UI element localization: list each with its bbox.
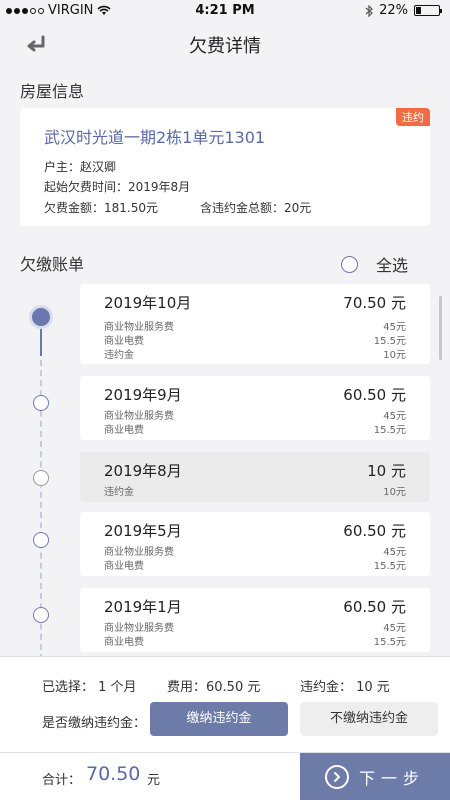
bluetooth-icon — [365, 4, 373, 17]
bill-item-row: 商业物业服务费 45元 — [104, 623, 406, 634]
bill-amount: 10 元 — [367, 462, 406, 480]
bill-month: 2019年9月 — [104, 386, 182, 404]
select-all-toggle[interactable]: 全选 — [340, 252, 408, 276]
bill-card[interactable]: 2019年10月 70.50 元 商业物业服务费 45元 商业电费 15.5元 违约… — [80, 284, 430, 364]
bill-month: 2019年10月 — [104, 294, 192, 312]
bills-section-title: 欠缴账单 — [20, 255, 85, 274]
select-all-radio-icon[interactable] — [340, 255, 358, 273]
bill-amount: 70.50 元 — [343, 294, 406, 312]
bill-card[interactable]: 2019年5月 60.50 元 商业物业服务费 45元 商业电费 15.5元 — [80, 512, 430, 576]
bottom-bar: 合计： 70.50 元 下一步 — [0, 752, 450, 800]
scrollbar[interactable] — [439, 296, 442, 360]
bill-item-row: 商业电费 15.5元 — [104, 336, 406, 347]
bill-item-row: 商业电费 15.5元 — [104, 561, 406, 572]
next-arrow-icon — [324, 765, 349, 789]
bill-month: 2019年1月 — [104, 598, 182, 616]
total-unit: 元 — [147, 773, 161, 788]
house-address: 武汉时光道一期2栋1单元1301 — [44, 128, 266, 147]
next-step-button[interactable]: 下一步 — [300, 753, 450, 800]
bill-item-row: 违约金 10元 — [104, 487, 406, 498]
total-label: 合计： — [42, 773, 82, 788]
timeline-line — [40, 326, 42, 356]
bill-item-row: 商业物业服务费 45元 — [104, 322, 406, 333]
bill-card[interactable]: 2019年9月 60.50 元 商业物业服务费 45元 商业电费 15.5元 — [80, 376, 430, 440]
bill-item-row: 商业物业服务费 45元 — [104, 411, 406, 422]
owner-name: 户主：赵汉卿 — [44, 160, 117, 174]
total-amount: 70.50 — [86, 763, 141, 785]
selected-fee: 费用：60.50 元 — [167, 680, 261, 695]
arrears-start-time: 起始欠费时间：2019年8月 — [44, 180, 191, 194]
bill-select-radio-icon[interactable] — [33, 395, 49, 411]
bill-item-row: 商业电费 15.5元 — [104, 425, 406, 436]
bill-month: 2019年8月 — [104, 462, 182, 480]
bill-amount: 60.50 元 — [343, 522, 406, 540]
bill-amount: 60.50 元 — [343, 386, 406, 404]
selected-penalty: 违约金： 10 元 — [300, 680, 390, 695]
status-bar: VIRGIN 4:21 PM 22% — [0, 0, 450, 22]
next-step-label: 下一步 — [358, 769, 425, 788]
bill-select-radio-icon[interactable] — [33, 607, 49, 623]
penalty-total: 含违约金总额：20元 — [200, 201, 312, 215]
status-badge: 违约 — [396, 108, 430, 126]
bill-amount: 60.50 元 — [343, 598, 406, 616]
select-all-label: 全选 — [375, 256, 408, 275]
house-info-card: 武汉时光道一期2栋1单元1301 违约 户主：赵汉卿 起始欠费时间：2019年8… — [20, 108, 430, 226]
bill-select-radio-icon[interactable] — [33, 532, 49, 548]
bill-item-row: 违约金 10元 — [104, 350, 406, 361]
penalty-question: 是否缴纳违约金： — [42, 716, 147, 731]
bill-select-radio-icon[interactable] — [32, 308, 50, 326]
pay-penalty-button[interactable]: 缴纳违约金 — [150, 702, 288, 736]
bill-list[interactable]: 2019年10月 70.50 元 商业物业服务费 45元 商业电费 15.5元 违约… — [0, 282, 450, 656]
house-section-title: 房屋信息 — [20, 82, 85, 101]
nav-bar: 欠费详情 — [0, 22, 450, 66]
bill-card-disabled: 2019年8月 10 元 违约金 10元 — [80, 452, 430, 502]
bill-month: 2019年5月 — [104, 522, 182, 540]
selected-count: 已选择： 1 个月 — [42, 680, 137, 695]
status-right: 22% — [365, 3, 442, 18]
bill-item-row: 商业物业服务费 45元 — [104, 547, 406, 558]
page-title: 欠费详情 — [189, 36, 261, 57]
arrears-amount: 欠费金额：181.50元 — [44, 201, 158, 215]
bill-select-radio-icon — [33, 470, 49, 486]
battery-percent: 22% — [379, 3, 408, 18]
battery-icon — [414, 5, 442, 16]
bill-item-row: 商业电费 15.5元 — [104, 637, 406, 648]
bill-card[interactable]: 2019年1月 60.50 元 商业物业服务费 45元 商业电费 15.5元 — [80, 588, 430, 652]
skip-penalty-button[interactable]: 不缴纳违约金 — [300, 702, 438, 736]
